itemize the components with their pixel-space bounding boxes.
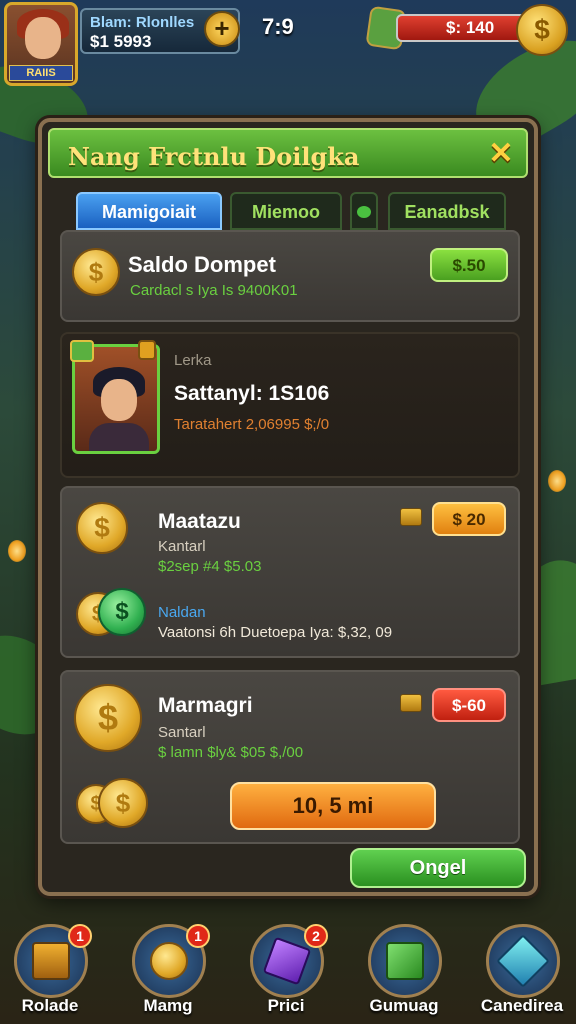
tab-main[interactable]: Mamigoiait — [76, 192, 222, 230]
balance-subtitle: Cardacl s Iya Is 9400K01 — [130, 282, 298, 299]
dialog-title: Nang Frctnlu Doilgka — [68, 142, 360, 171]
offer-card-1[interactable]: $ Maatazu Kantarl $2sep #4 $5.03 $ 20 $ … — [60, 486, 520, 658]
offer-card-2[interactable]: $ Marmagri Santarl $ lamn $ly& $05 $,/00… — [60, 670, 520, 844]
coin-icon: $ — [72, 248, 120, 296]
notification-badge: 1 — [68, 924, 92, 948]
avatar-nameplate: RAIIS — [9, 65, 73, 81]
wallet-dialog: Nang Frctnlu Doilgka ✕ Mamigoiait Miemoo… — [38, 118, 538, 896]
notification-badge: 1 — [186, 924, 210, 948]
tab-dot[interactable] — [350, 192, 378, 230]
nav-item-mamg[interactable]: 1 Mamg — [128, 924, 210, 1020]
dialog-header: Nang Frctnlu Doilgka ✕ — [48, 128, 528, 178]
offer-2-subtitle: Santarl — [158, 724, 206, 741]
avatar-face — [25, 17, 61, 59]
offer-1-price-button[interactable]: $ 20 — [432, 502, 506, 536]
offer-2-title: Marmagri — [158, 694, 253, 717]
rank-badge-icon — [70, 340, 94, 362]
nav-label: Mamg — [143, 996, 193, 1015]
portrait-body — [89, 423, 149, 451]
coin-icon: $ — [74, 684, 142, 752]
lantern-glow — [8, 540, 26, 562]
player-name: Blam: Rlonlles — [90, 14, 195, 31]
chest-icon — [400, 508, 422, 526]
currency-bar: $: 140 — [396, 14, 526, 42]
coins-icon — [150, 942, 188, 980]
chest-icon — [400, 694, 422, 712]
buy-button[interactable]: 10, 5 mi — [230, 782, 436, 830]
lantern-glow — [548, 470, 566, 492]
cube-icon — [386, 942, 424, 980]
nav-item-gumuag[interactable]: Gumuag — [364, 924, 444, 1020]
offer-1-title: Maatazu — [158, 510, 241, 533]
offer-2-price-button[interactable]: $-60 — [432, 688, 506, 722]
tab-fourth[interactable]: Eanadbsk — [388, 192, 506, 230]
lock-icon — [138, 340, 156, 360]
offer-1-subtitle: Kantarl — [158, 538, 206, 555]
chest-icon — [32, 942, 70, 980]
character-card: Lerka Sattanyl: 1S106 Taratahert 2,06995… — [60, 332, 520, 478]
nav-label: Canedirea — [480, 996, 564, 1015]
notification-badge: 2 — [304, 924, 328, 948]
nav-label: Rolade — [21, 996, 79, 1015]
green-dot-icon — [357, 206, 371, 218]
confirm-button[interactable]: Ongel — [350, 848, 526, 888]
balance-card: $ Saldo Dompet Cardacl s Iya Is 9400K01 … — [60, 230, 520, 322]
green-coin-icon: $ — [98, 588, 146, 636]
coin-icon: $ — [76, 502, 128, 554]
nav-label: Prici — [267, 996, 305, 1015]
offer-2-green-line: $ lamn $ly& $05 $,/00 — [158, 744, 304, 761]
portrait-face — [101, 379, 137, 421]
nav-item-canedirea[interactable]: Canedirea — [481, 924, 563, 1020]
timer-display: 7:9 — [262, 14, 294, 39]
character-detail: Taratahert 2,06995 $;/0 — [174, 416, 330, 433]
offer-1-blue-label: Naldan — [158, 604, 206, 621]
player-avatar[interactable]: RAIIS — [4, 2, 78, 86]
add-currency-button[interactable]: + — [204, 11, 240, 47]
gold-coin-icon[interactable]: $ — [516, 4, 568, 56]
nav-item-prici[interactable]: 2 Prici — [246, 924, 328, 1020]
balance-title: Saldo Dompet — [128, 252, 276, 277]
close-button[interactable]: ✕ — [484, 138, 518, 172]
nav-item-rolade[interactable]: 1 Rolade — [10, 924, 92, 1020]
nav-label: Gumuag — [369, 996, 439, 1015]
balance-price-button[interactable]: $.50 — [430, 248, 508, 282]
character-label: Lerka — [174, 352, 212, 369]
offer-1-detail: Vaatonsi 6h Duetoepa Iya: $,32, 09 — [158, 624, 393, 641]
offer-1-green-line: $2sep #4 $5.03 — [158, 558, 262, 575]
tab-second[interactable]: Miemoo — [230, 192, 342, 230]
player-balance: $1 5993 — [90, 32, 152, 51]
coin-stack-icon: $ — [98, 778, 148, 828]
character-title: Sattanyl: 1S106 — [174, 382, 330, 405]
